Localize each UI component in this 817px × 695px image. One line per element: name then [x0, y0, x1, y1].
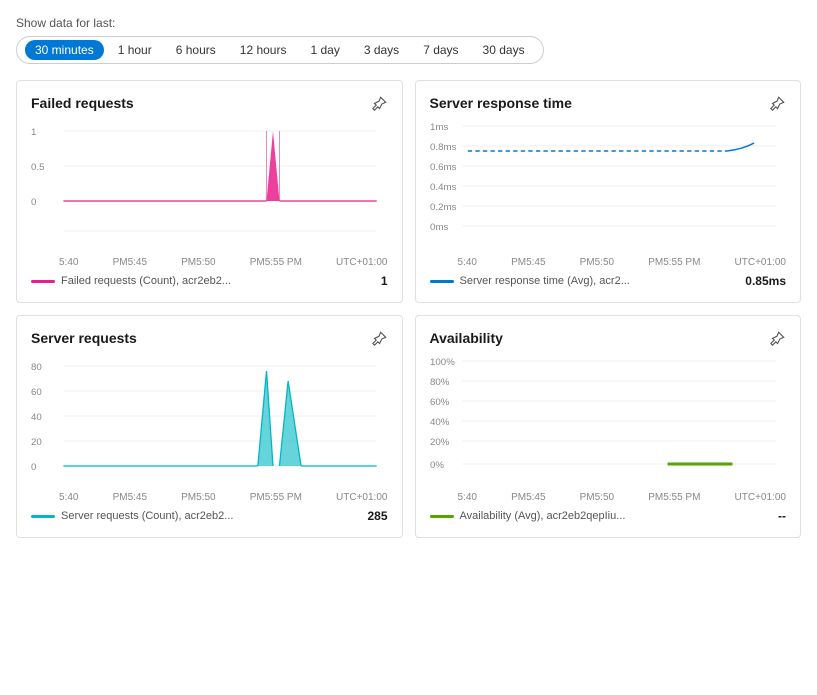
availability-chart: 100% 80% 60% 40% 20% 0%	[430, 356, 787, 486]
server-requests-x-axis: 5:40PM5:45PM5:50PM5:55 PMUTC+01:00	[31, 492, 388, 503]
svg-text:60: 60	[31, 387, 42, 397]
server-requests-footer: Server requests (Count), acr2eb2... 285	[31, 509, 388, 523]
pin-icon-availability[interactable]	[768, 330, 786, 348]
svg-text:0: 0	[31, 462, 36, 472]
availability-value: --	[778, 509, 786, 523]
server-requests-legend-label: Server requests (Count), acr2eb2...	[61, 510, 233, 522]
server-response-x-axis: 5:40PM5:45PM5:50PM5:55 PMUTC+01:00	[430, 257, 787, 268]
charts-grid: Failed requests 1 0.5 0	[16, 80, 801, 538]
svg-text:80: 80	[31, 362, 42, 372]
server-response-footer: Server response time (Avg), acr2... 0.85…	[430, 274, 787, 288]
pin-icon-server-requests[interactable]	[370, 330, 388, 348]
pin-icon-server-response[interactable]	[768, 95, 786, 113]
server-response-legend-label: Server response time (Avg), acr2...	[460, 275, 630, 287]
server-requests-card: Server requests 80 60 40 20 0	[16, 315, 403, 538]
server-response-legend-line	[430, 280, 454, 283]
time-btn-6hours[interactable]: 6 hours	[166, 40, 226, 60]
svg-text:1: 1	[31, 127, 36, 137]
svg-text:0ms: 0ms	[430, 222, 449, 232]
svg-text:0.5: 0.5	[31, 162, 45, 172]
availability-card: Availability 100% 80% 60% 40% 20% 0%	[415, 315, 802, 538]
svg-text:40%: 40%	[430, 417, 449, 427]
svg-text:60%: 60%	[430, 397, 449, 407]
time-filter-bar: 30 minutes 1 hour 6 hours 12 hours 1 day…	[16, 36, 544, 64]
svg-text:0.2ms: 0.2ms	[430, 202, 457, 212]
svg-text:0.6ms: 0.6ms	[430, 162, 457, 172]
failed-requests-title: Failed requests	[31, 95, 134, 111]
availability-footer: Availability (Avg), acr2eb2qepIiu... --	[430, 509, 787, 523]
server-response-chart: 1ms 0.8ms 0.6ms 0.4ms 0.2ms 0ms	[430, 121, 787, 251]
time-btn-12hours[interactable]: 12 hours	[230, 40, 297, 60]
failed-requests-chart: 1 0.5 0	[31, 121, 388, 251]
svg-text:80%: 80%	[430, 377, 449, 387]
server-response-value: 0.85ms	[745, 274, 786, 288]
failed-requests-legend-label: Failed requests (Count), acr2eb2...	[61, 275, 231, 287]
server-requests-value: 285	[367, 509, 387, 523]
time-btn-30days[interactable]: 30 days	[473, 40, 535, 60]
server-response-card: Server response time 1ms 0.8ms 0.6ms 0.4…	[415, 80, 802, 303]
server-requests-title: Server requests	[31, 330, 137, 346]
svg-text:1ms: 1ms	[430, 122, 449, 132]
availability-x-axis: 5:40PM5:45PM5:50PM5:55 PMUTC+01:00	[430, 492, 787, 503]
time-btn-7days[interactable]: 7 days	[413, 40, 468, 60]
svg-text:20%: 20%	[430, 437, 449, 447]
time-btn-30min[interactable]: 30 minutes	[25, 40, 104, 60]
availability-legend-line	[430, 515, 454, 518]
pin-icon-failed[interactable]	[370, 95, 388, 113]
failed-requests-card: Failed requests 1 0.5 0	[16, 80, 403, 303]
svg-text:20: 20	[31, 437, 42, 447]
server-requests-legend-line	[31, 515, 55, 518]
failed-requests-legend-line	[31, 280, 55, 283]
svg-text:40: 40	[31, 412, 42, 422]
time-btn-3days[interactable]: 3 days	[354, 40, 409, 60]
failed-requests-footer: Failed requests (Count), acr2eb2... 1	[31, 274, 388, 288]
failed-x-axis: 5:40PM5:45PM5:50PM5:55 PMUTC+01:00	[31, 257, 388, 268]
server-requests-chart: 80 60 40 20 0	[31, 356, 388, 486]
time-btn-1hour[interactable]: 1 hour	[108, 40, 162, 60]
svg-text:0%: 0%	[430, 460, 444, 470]
failed-requests-value: 1	[381, 274, 388, 288]
server-response-title: Server response time	[430, 95, 572, 111]
availability-title: Availability	[430, 330, 503, 346]
svg-text:0.8ms: 0.8ms	[430, 142, 457, 152]
svg-text:0.4ms: 0.4ms	[430, 182, 457, 192]
show-data-label: Show data for last:	[16, 16, 801, 30]
svg-text:100%: 100%	[430, 357, 455, 367]
svg-text:0: 0	[31, 197, 36, 207]
availability-legend-label: Availability (Avg), acr2eb2qepIiu...	[460, 510, 626, 522]
time-btn-1day[interactable]: 1 day	[300, 40, 349, 60]
